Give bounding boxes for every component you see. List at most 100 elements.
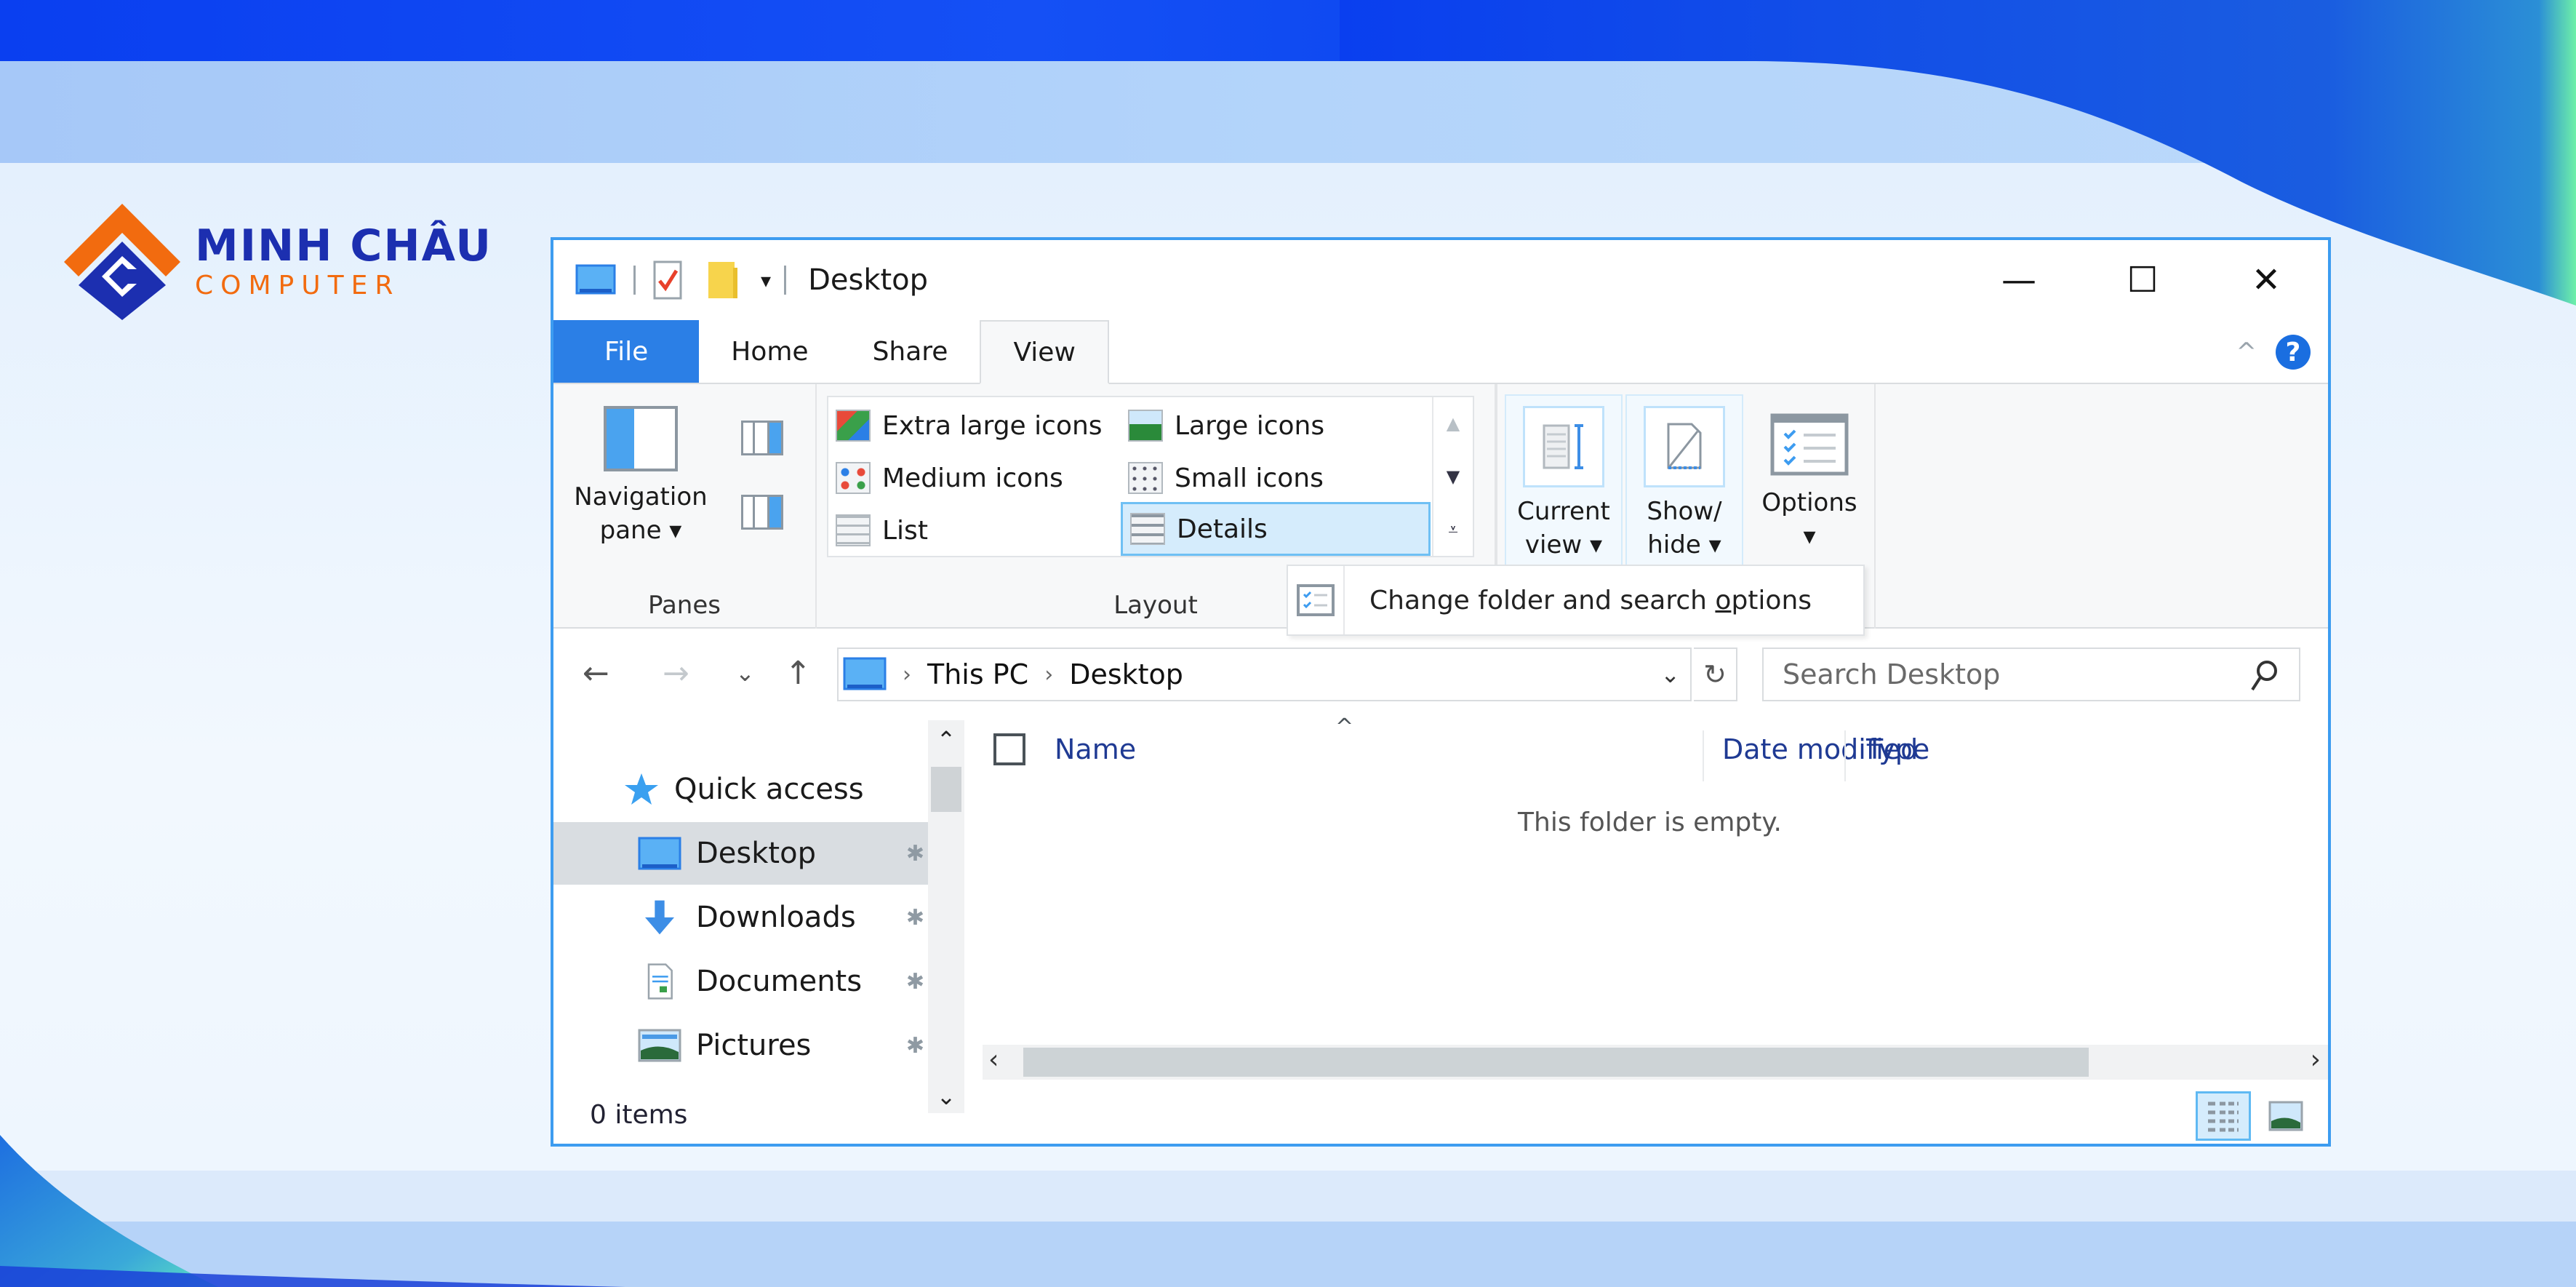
gallery-scroll-up-icon[interactable]: ▲: [1447, 413, 1460, 434]
details-pane-icon[interactable]: [741, 495, 783, 530]
nav-item-label: Desktop: [696, 837, 816, 870]
pin-icon[interactable]: ✱: [906, 1033, 924, 1059]
forward-button[interactable]: →: [663, 640, 689, 706]
search-icon[interactable]: [2249, 659, 2279, 693]
nav-item-quick-access[interactable]: Quick access: [553, 758, 932, 821]
minimize-icon: —: [2001, 260, 2036, 300]
nav-item-label: Documents: [696, 965, 863, 998]
star-icon: [625, 773, 658, 805]
close-button[interactable]: ✕: [2204, 240, 2328, 320]
list-icon: [836, 514, 871, 546]
column-header-type[interactable]: Type: [1866, 720, 1929, 778]
column-divider[interactable]: [1703, 730, 1704, 781]
column-name-label: Name: [1055, 733, 1137, 765]
search-input[interactable]: Search Desktop: [1762, 648, 2300, 701]
tooltip-text: Change folder and search options: [1369, 585, 1812, 615]
large-icons-view-button[interactable]: [2258, 1091, 2313, 1141]
layout-gallery: Extra large icons Large icons Medium ico…: [827, 396, 1474, 557]
refresh-button[interactable]: ↻: [1694, 648, 1737, 701]
maximize-button[interactable]: ☐: [2081, 240, 2204, 320]
layout-details[interactable]: Details: [1121, 502, 1431, 556]
address-dropdown-icon[interactable]: ⌄: [1660, 661, 1680, 688]
nav-item-documents[interactable]: Documents ✱: [553, 950, 932, 1013]
breadcrumb-this-pc[interactable]: This PC: [927, 658, 1028, 690]
pictures-icon: [638, 1029, 681, 1062]
gallery-expand-icon[interactable]: ⩡: [1448, 519, 1458, 540]
background-swoosh-bottom-left: [0, 1135, 625, 1287]
horizontal-scrollbar[interactable]: ‹ ›: [983, 1045, 2328, 1080]
nav-item-label: Quick access: [674, 773, 864, 806]
layout-large-icons[interactable]: Large icons: [1121, 400, 1426, 451]
up-button[interactable]: ↑: [785, 640, 812, 706]
scrollbar-thumb[interactable]: [931, 767, 961, 812]
pin-icon[interactable]: ✱: [906, 969, 924, 995]
back-arrow-icon: ←: [583, 654, 609, 692]
scroll-up-icon[interactable]: ⌃: [928, 726, 964, 754]
tab-share[interactable]: Share: [841, 320, 980, 383]
window-title: Desktop: [808, 263, 929, 297]
tab-file[interactable]: File: [553, 320, 700, 383]
layout-medium-icons[interactable]: Medium icons: [828, 453, 1119, 503]
address-bar[interactable]: › This PC › Desktop ⌄: [837, 648, 1692, 701]
extra-large-icons-icon: [836, 410, 871, 442]
preview-pane-icon[interactable]: [741, 421, 783, 455]
layout-extra-large-icons[interactable]: Extra large icons: [828, 400, 1119, 451]
group-label-panes: Panes: [648, 591, 721, 620]
back-button[interactable]: ←: [583, 640, 609, 706]
scroll-right-icon[interactable]: ›: [2311, 1045, 2321, 1075]
group-panes: Navigation pane ▾ Panes: [553, 384, 817, 629]
navigation-pane-scrollbar[interactable]: ⌃ ⌄: [928, 720, 964, 1113]
desktop-icon: [638, 837, 681, 870]
nav-item-pictures[interactable]: Pictures ✱: [553, 1014, 932, 1077]
properties-icon[interactable]: [653, 260, 682, 300]
recent-locations-button[interactable]: ⌄: [735, 640, 755, 706]
nav-item-desktop[interactable]: Desktop ✱: [553, 822, 932, 885]
scroll-left-icon[interactable]: ‹: [988, 1045, 999, 1075]
tab-view[interactable]: View: [980, 320, 1109, 384]
layout-item-label: Large icons: [1175, 410, 1325, 441]
breadcrumb-separator: ›: [903, 661, 911, 688]
new-folder-icon[interactable]: [707, 260, 739, 300]
minimize-button[interactable]: —: [1957, 240, 2081, 320]
logo-subtitle: COMPUTER: [195, 271, 401, 300]
layout-item-label: Small icons: [1175, 463, 1324, 493]
pin-icon[interactable]: ✱: [906, 841, 924, 866]
column-divider[interactable]: [1844, 730, 1846, 781]
column-header-name[interactable]: Name: [993, 720, 1136, 778]
pin-icon[interactable]: ✱: [906, 905, 924, 931]
tab-home[interactable]: Home: [699, 320, 840, 383]
medium-icons-icon: [836, 462, 871, 494]
customize-qat-icon[interactable]: ▾: [761, 268, 771, 292]
navigation-pane-label-2: pane ▾: [599, 516, 682, 545]
navigation-pane-label-1: Navigation: [574, 482, 708, 511]
large-icons-view-icon: [2268, 1101, 2303, 1131]
details-view-icon: [2208, 1101, 2239, 1132]
layout-small-icons[interactable]: Small icons: [1121, 453, 1426, 503]
layout-list[interactable]: List: [828, 505, 1119, 556]
empty-folder-message: This folder is empty.: [1518, 808, 1782, 837]
sort-ascending-icon: ^: [1335, 714, 1354, 740]
collapse-ribbon-icon[interactable]: ^: [2236, 338, 2257, 367]
address-row: ← → ⌄ ↑ › This PC › Desktop ⌄ ↻ Search D…: [553, 640, 2328, 706]
maximize-icon: ☐: [2127, 260, 2159, 300]
navigation-pane-button[interactable]: Navigation pane ▾: [568, 399, 713, 547]
layout-item-label: Medium icons: [882, 463, 1063, 493]
small-icons-icon: [1128, 462, 1163, 494]
help-icon[interactable]: ?: [2276, 335, 2311, 370]
folder-options-icon: [1297, 584, 1335, 616]
refresh-icon: ↻: [1703, 658, 1727, 690]
nav-item-downloads[interactable]: Downloads ✱: [553, 886, 932, 949]
details-view-button[interactable]: [2196, 1091, 2251, 1141]
column-type-label: Type: [1866, 733, 1930, 765]
computer-icon[interactable]: [575, 264, 616, 296]
horizontal-scrollbar-thumb[interactable]: [1023, 1048, 2089, 1077]
quick-access-toolbar: ▾: [575, 260, 804, 300]
forward-arrow-icon: →: [663, 654, 689, 692]
documents-icon: [647, 963, 673, 1000]
breadcrumb-desktop[interactable]: Desktop: [1069, 658, 1183, 690]
gallery-scroll-down-icon[interactable]: ▼: [1447, 466, 1460, 487]
layout-item-label: Extra large icons: [882, 410, 1103, 441]
title-bar: ▾ Desktop — ☐ ✕: [553, 240, 2328, 320]
select-all-checkbox[interactable]: [993, 733, 1025, 765]
close-icon: ✕: [2251, 260, 2281, 300]
